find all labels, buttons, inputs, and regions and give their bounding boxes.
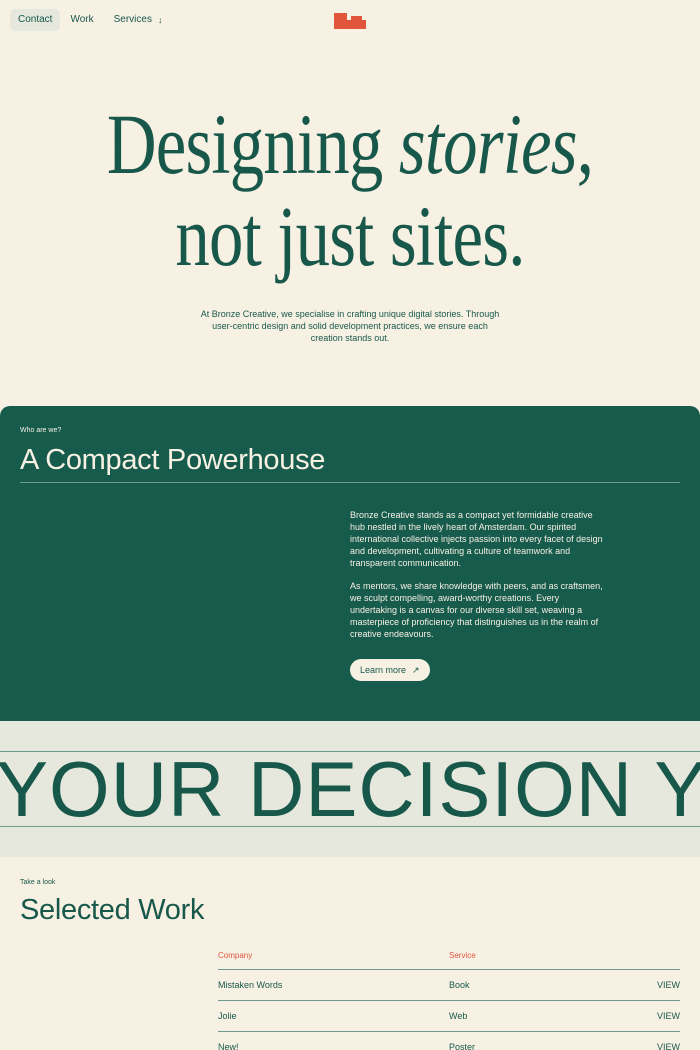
- learn-more-button[interactable]: Learn more ↗: [350, 659, 430, 681]
- divider: [20, 482, 680, 483]
- nav-services-dropdown[interactable]: Services ↓: [106, 9, 171, 31]
- service-cell: Book: [449, 980, 470, 990]
- company-column-header: Company: [218, 951, 253, 960]
- hero-line-1: Designing stories,: [106, 96, 594, 192]
- work-table: Company Service Mistaken Words Book VIEW…: [218, 945, 680, 1050]
- view-link[interactable]: VIEW: [657, 1011, 680, 1021]
- table-row[interactable]: New! Poster VIEW: [218, 1032, 680, 1050]
- service-column-header: Service: [449, 951, 476, 960]
- top-nav: Contact Work Services ↓: [10, 9, 170, 31]
- about-heading: A Compact Powerhouse: [20, 444, 326, 476]
- company-cell: Jolie: [218, 1011, 237, 1021]
- hero-line-2: not just sites.: [175, 188, 525, 284]
- arrow-up-right-icon: ↗: [412, 664, 420, 675]
- view-link[interactable]: VIEW: [657, 1042, 680, 1050]
- learn-more-label: Learn more: [360, 665, 407, 675]
- bronze-logo-icon[interactable]: [334, 13, 366, 29]
- service-cell: Web: [449, 1011, 468, 1021]
- service-cell: Poster: [449, 1042, 476, 1050]
- marquee-text: YOUR DECISION YOUR DECISION: [0, 745, 700, 833]
- company-cell: New!: [218, 1042, 239, 1050]
- table-header: Company Service: [218, 945, 680, 970]
- arrow-down-icon: ↓: [157, 15, 163, 25]
- about-paragraph-1: Bronze Creative stands as a compact yet …: [350, 510, 603, 568]
- nav-work-link[interactable]: Work: [62, 9, 101, 31]
- nav-services-label: Services: [113, 14, 152, 25]
- view-link[interactable]: VIEW: [657, 980, 680, 990]
- company-cell: Mistaken Words: [218, 980, 283, 990]
- about-section: Who are we? A Compact Powerhouse Bronze …: [0, 406, 700, 721]
- about-eyebrow: Who are we?: [20, 427, 62, 434]
- work-title: Selected Work: [20, 894, 205, 926]
- divider: [0, 826, 700, 827]
- about-paragraph-2: As mentors, we share knowledge with peer…: [350, 581, 603, 639]
- table-row[interactable]: Jolie Web VIEW: [218, 1001, 680, 1032]
- nav-contact-link[interactable]: Contact: [10, 9, 61, 31]
- table-row[interactable]: Mistaken Words Book VIEW: [218, 970, 680, 1001]
- marquee-banner: YOUR DECISION YOUR DECISION: [0, 721, 700, 857]
- hero-headline: Designing stories, not just sites.: [70, 98, 630, 282]
- work-eyebrow: Take a look: [20, 879, 56, 886]
- hero-subtitle: At Bronze Creative, we specialise in cra…: [200, 309, 500, 343]
